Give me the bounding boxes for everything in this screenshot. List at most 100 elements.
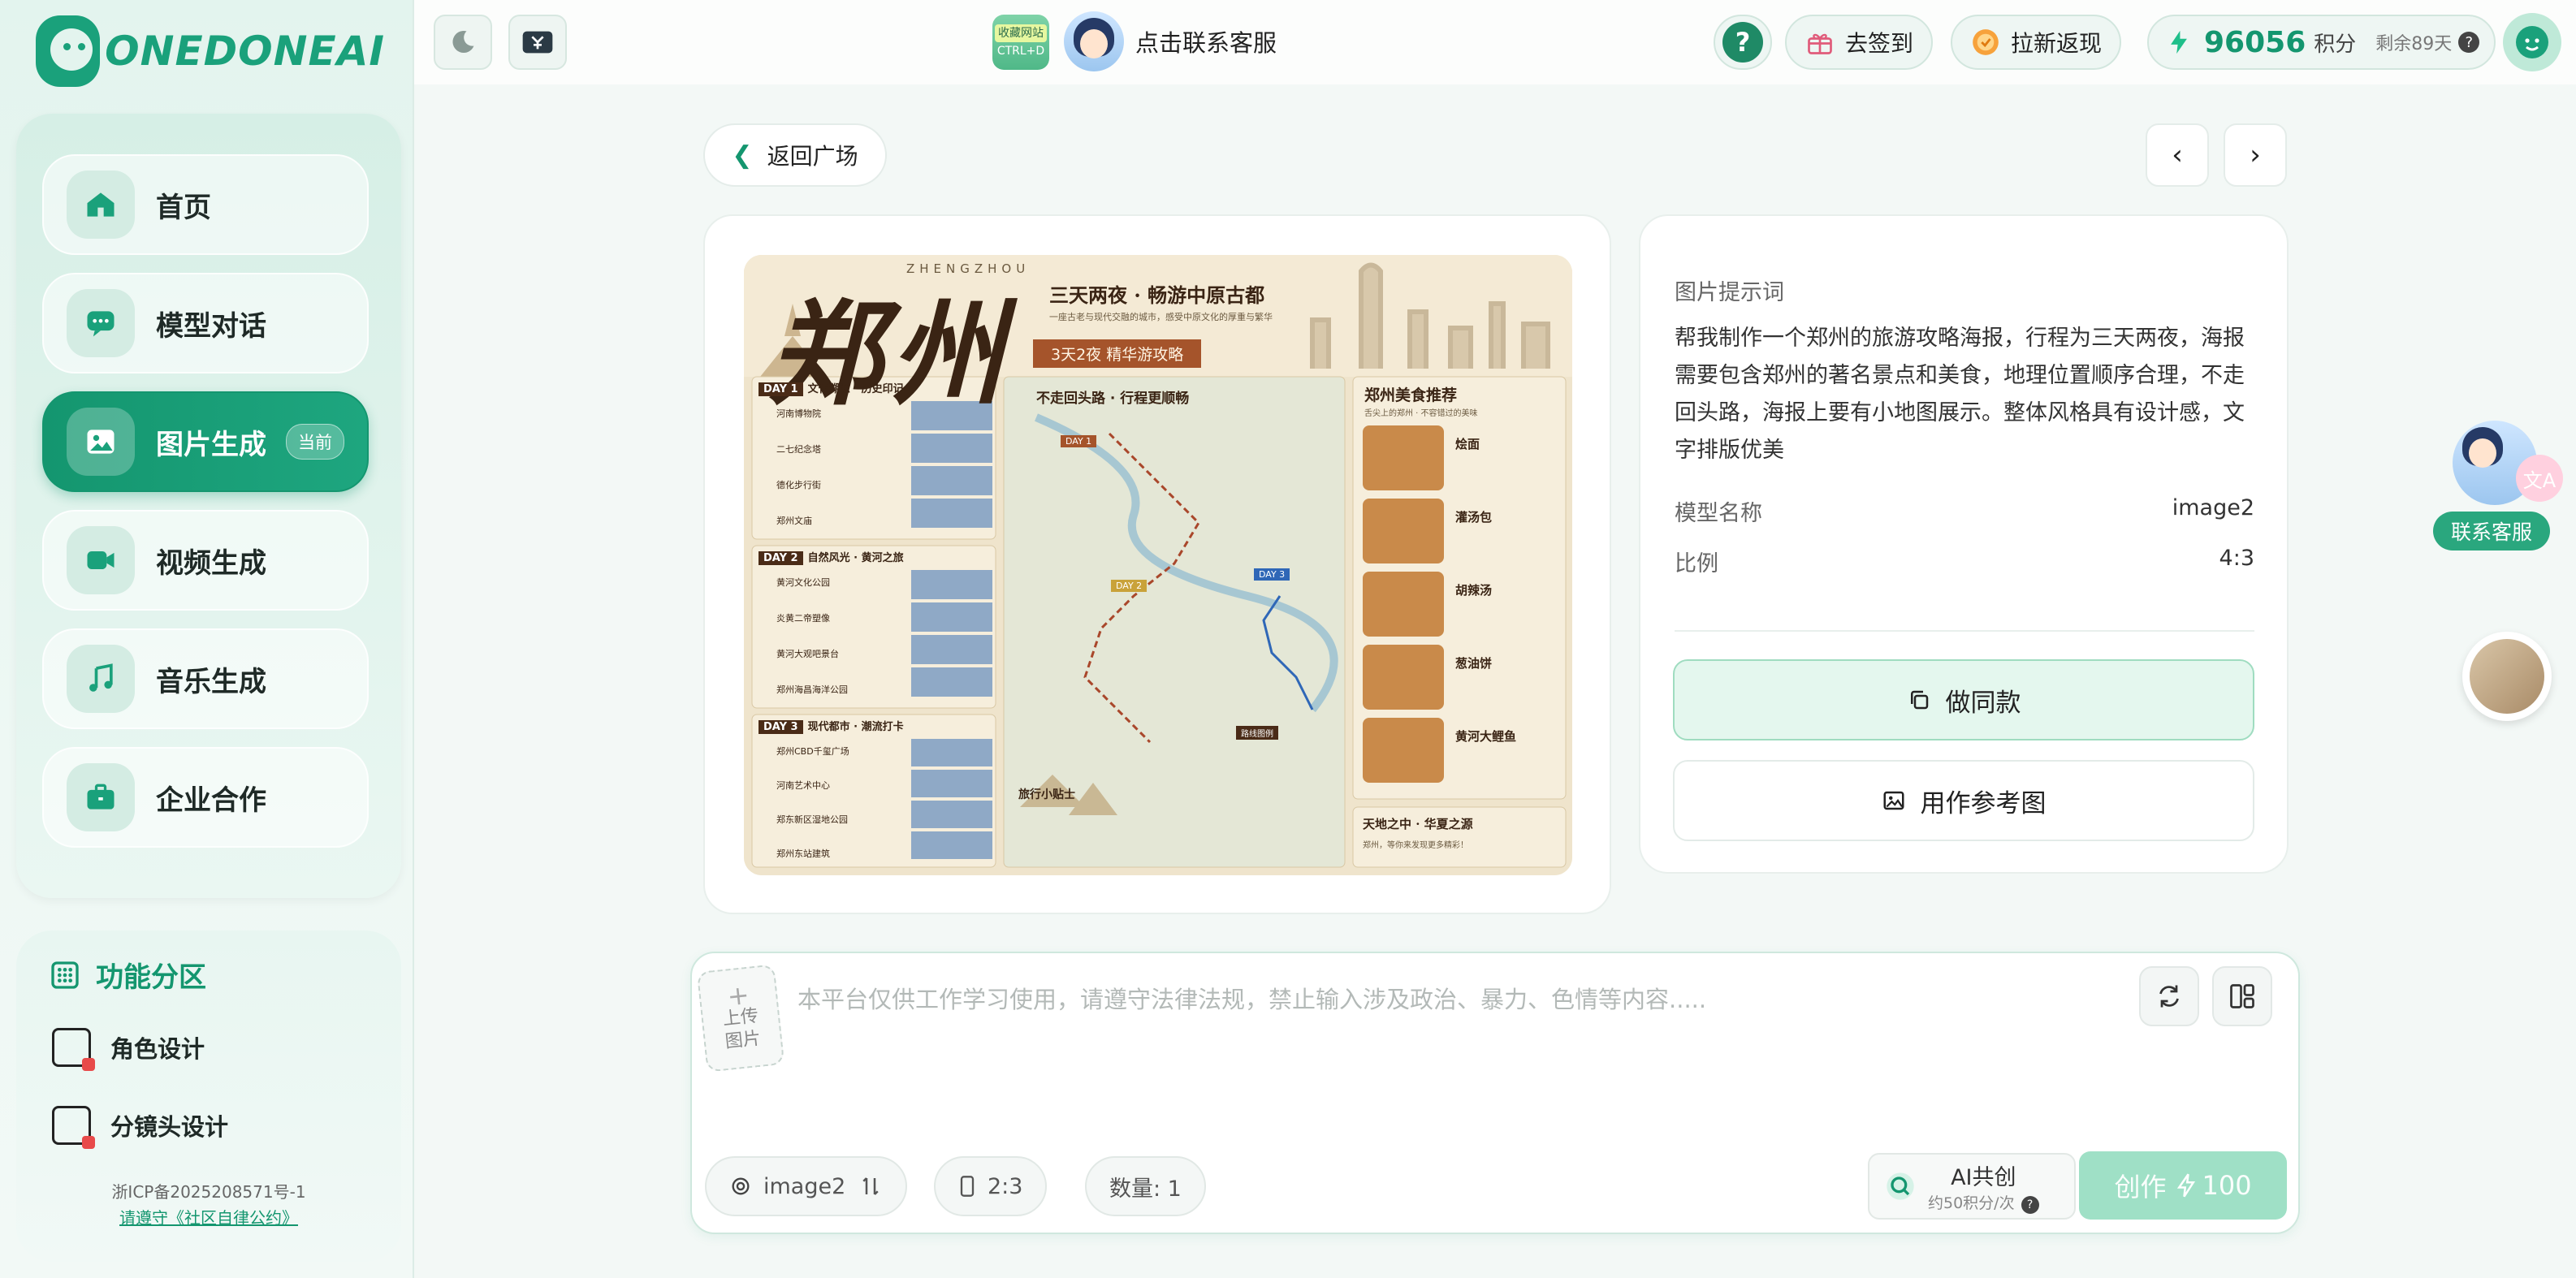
invite-cashback-button[interactable]: 拉新返现: [1951, 15, 2122, 70]
ticket-button[interactable]: [508, 15, 567, 70]
model-label: 模型名称: [1675, 501, 1762, 526]
lightning-icon: [2177, 1173, 2196, 1198]
prompt-composer: + 上传 图片 本平台仅供工作学习使用，请遵守法律法规，禁止输入涉及政治、暴力、…: [690, 952, 2300, 1234]
ratio-select-value: 2:3: [988, 1173, 1023, 1199]
briefcase-icon: [67, 763, 135, 831]
prev-button[interactable]: ‹: [2146, 123, 2209, 187]
back-to-plaza-button[interactable]: ❮ 返回广场: [703, 123, 887, 187]
translate-icon[interactable]: 文A: [2516, 455, 2563, 502]
upload-label: 图片: [724, 1028, 763, 1053]
ratio-value: 4:3: [2219, 546, 2254, 571]
upload-image-button[interactable]: + 上传 图片: [696, 964, 785, 1073]
next-button[interactable]: ›: [2224, 123, 2287, 187]
nav-panel: 首页 模型对话 图片生成 当前 视频生成 音乐生成 企业合作: [16, 114, 401, 898]
func-item-character-design[interactable]: 角色设计: [52, 1028, 205, 1071]
help-button[interactable]: ?: [1714, 15, 1772, 70]
day-spot: 河南艺术中心: [776, 780, 830, 791]
layout-icon: [2230, 984, 2254, 1008]
ratio-label: 比例: [1675, 551, 1718, 576]
points-unit: 积分: [2314, 32, 2357, 57]
sidebar-item-chat[interactable]: 模型对话: [42, 273, 369, 373]
day-tag: DAY 3: [759, 720, 803, 734]
ticket-icon: [522, 31, 553, 54]
signin-button[interactable]: 去签到: [1785, 15, 1934, 70]
generated-poster-image[interactable]: 郑州 ZHENGZHOU 三天两夜 · 畅游中原古都 一座古老与现代交融的城市，…: [744, 255, 1572, 875]
ratio-select[interactable]: 2:3: [934, 1156, 1048, 1216]
prompt-input[interactable]: 本平台仅供工作学习使用，请遵守法律法规，禁止输入涉及政治、暴力、色情等内容...…: [797, 981, 1706, 1015]
storyboard-icon: [52, 1106, 95, 1149]
contact-label: 点击联系客服: [1135, 29, 1277, 57]
points-balance[interactable]: 96056 积分 剩余89天 ?: [2147, 15, 2496, 70]
func-item-storyboard[interactable]: 分镜头设计: [52, 1106, 229, 1149]
refresh-button[interactable]: [2139, 966, 2199, 1026]
poster-pinyin: ZHENGZHOU: [906, 261, 1031, 276]
points-value: 96056: [2204, 25, 2306, 59]
count-select-value: 数量: 1: [1109, 1176, 1182, 1202]
poster-tips-title: 旅行小贴士: [1018, 788, 1075, 801]
sidebar-item-label: 模型对话: [156, 309, 266, 343]
day-spot: 郑州海昌海洋公园: [776, 684, 848, 695]
func-item-label: 分镜头设计: [110, 1113, 229, 1141]
floating-contact-service[interactable]: 文A 联系客服: [2433, 417, 2568, 555]
brand-name: ONEDONEAI: [105, 28, 385, 75]
ai-co-create-button[interactable]: AI共创 约50积分/次?: [1868, 1153, 2076, 1220]
help-icon: ?: [1722, 22, 1763, 63]
poster-headline: 三天两夜 · 畅游中原古都: [1049, 283, 1265, 307]
food-item: 灌汤包: [1455, 510, 1493, 525]
sidebar-item-label: 视频生成: [156, 546, 266, 580]
day-spot: 德化步行街: [776, 480, 821, 490]
ai-co-label: AI共创: [1951, 1164, 2016, 1190]
user-avatar[interactable]: [2503, 13, 2561, 71]
function-panel-label: 功能分区: [96, 961, 206, 994]
use-as-reference-button[interactable]: 用作参考图: [1673, 760, 2254, 841]
model-select[interactable]: image2: [705, 1156, 908, 1216]
ai-co-help-icon[interactable]: ?: [2021, 1195, 2039, 1214]
theme-toggle-button[interactable]: [434, 15, 492, 70]
invite-label: 拉新返现: [2011, 30, 2103, 57]
contact-service-link[interactable]: 点击联系客服: [1064, 11, 1277, 71]
sort-icon: [862, 1177, 879, 1195]
day-spot: 炎黄二帝塑像: [776, 613, 830, 624]
function-panel-title: 功能分区: [49, 955, 206, 995]
sidebar-item-image[interactable]: 图片生成 当前: [42, 391, 369, 492]
sidebar-item-label: 音乐生成: [156, 665, 266, 698]
day-spot: 郑东新区湿地公园: [776, 814, 848, 825]
food-item: 胡辣汤: [1455, 583, 1493, 598]
layout-button[interactable]: [2212, 966, 2272, 1026]
music-icon: [67, 645, 135, 713]
divider: [1675, 630, 2254, 632]
sidebar-item-label: 图片生成: [156, 428, 266, 461]
count-select[interactable]: 数量: 1: [1085, 1156, 1206, 1216]
back-label: 返回广场: [767, 143, 858, 170]
poster-tagline: 一座古老与现代交融的城市，感受中原文化的厚重与繁华: [1049, 312, 1273, 322]
floating-room-thumbnail[interactable]: [2462, 632, 2552, 721]
chevron-left-icon: ❮: [732, 140, 753, 170]
user-icon: [2516, 26, 2548, 58]
points-help-icon[interactable]: ?: [2458, 32, 2480, 53]
map-day3-label: DAY 3: [1254, 568, 1290, 581]
logo[interactable]: ONEDONEAI: [36, 15, 385, 88]
sidebar-item-label: 企业合作: [156, 784, 266, 817]
bookmark-button[interactable]: 收藏网站 CTRL+D: [992, 15, 1049, 70]
function-panel: 功能分区 角色设计 分镜头设计 浙ICP备2025208571号-1 请遵守《社…: [16, 930, 401, 1262]
sidebar-item-business[interactable]: 企业合作: [42, 747, 369, 848]
lightning-icon: [2163, 27, 2194, 58]
room-image: [2470, 639, 2544, 714]
bookmark-shortcut: CTRL+D: [996, 45, 1045, 58]
sidebar-item-label: 首页: [156, 191, 211, 224]
community-rules-link[interactable]: 请遵守《社区自律公约》: [16, 1205, 401, 1228]
create-button[interactable]: 创作 100: [2079, 1151, 2287, 1220]
day-title: 文化溯源 · 历史印记: [807, 383, 904, 395]
make-same-label: 做同款: [1945, 688, 2021, 718]
bookmark-label: 收藏网站: [995, 24, 1047, 42]
refresh-icon: [2159, 985, 2179, 1008]
prompt-text: 帮我制作一个郑州的旅游攻略海报，行程为三天两夜，海报需要包含郑州的著名景点和美食…: [1675, 326, 2245, 463]
phone-icon: [960, 1176, 975, 1197]
sidebar-item-video[interactable]: 视频生成: [42, 510, 369, 611]
make-same-button[interactable]: 做同款: [1673, 659, 2254, 740]
sidebar-item-music[interactable]: 音乐生成: [42, 628, 369, 729]
day-title: 现代都市 · 潮流打卡: [807, 721, 904, 733]
day-spot: 河南博物院: [776, 408, 821, 419]
sidebar-item-home[interactable]: 首页: [42, 154, 369, 255]
day1-block: DAY 1 文化溯源 · 历史印记 河南博物院 二七纪念塔 德化步行街 郑州文庙: [759, 380, 910, 527]
